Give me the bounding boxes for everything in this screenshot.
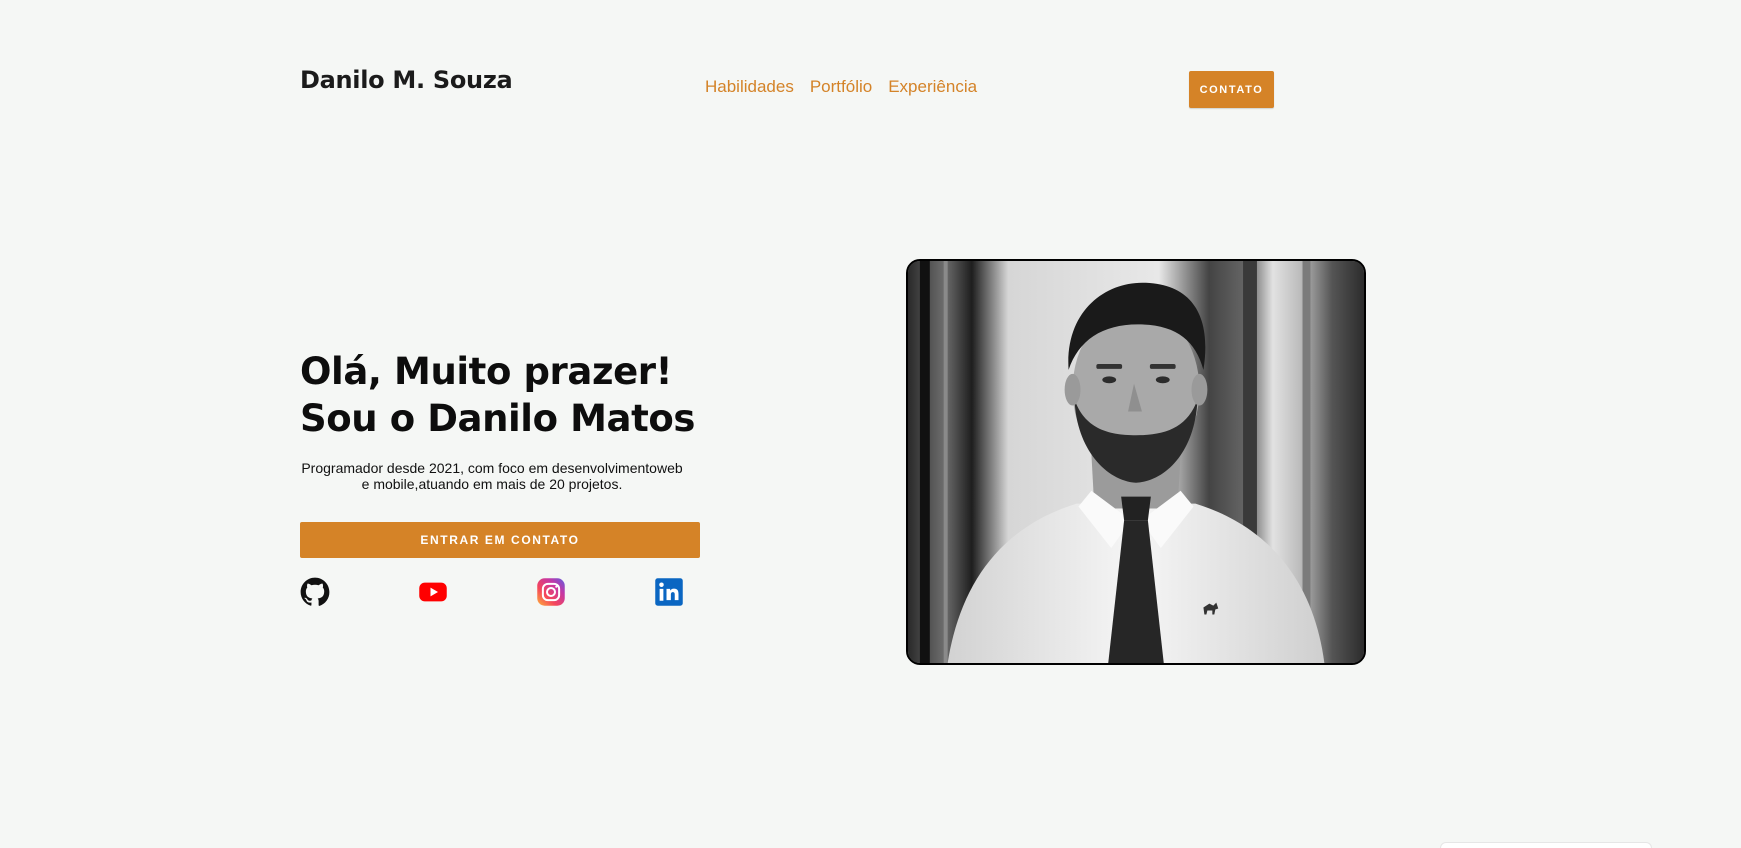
main-nav: Habilidades Portfólio Experiência bbox=[705, 77, 977, 97]
github-icon bbox=[300, 577, 330, 607]
hero-title: Olá, Muito prazer! Sou o Danilo Matos bbox=[300, 348, 695, 442]
instagram-icon bbox=[536, 577, 566, 607]
instagram-link[interactable] bbox=[536, 577, 566, 607]
nav-link-portfolio[interactable]: Portfólio bbox=[810, 77, 872, 97]
hero-title-line1: Olá, Muito prazer! bbox=[300, 350, 673, 393]
get-in-touch-button[interactable]: ENTRAR EM CONTATO bbox=[300, 522, 700, 558]
profile-photo bbox=[906, 259, 1366, 665]
nav-link-experiencia[interactable]: Experiência bbox=[888, 77, 977, 97]
hero-title-line2: Sou o Danilo Matos bbox=[300, 397, 695, 440]
brand-logo[interactable]: Danilo M. Souza bbox=[300, 66, 513, 94]
youtube-icon bbox=[418, 577, 448, 607]
linkedin-icon bbox=[654, 577, 684, 607]
contact-button[interactable]: CONTATO bbox=[1189, 71, 1274, 108]
floating-widget bbox=[1440, 842, 1652, 848]
youtube-link[interactable] bbox=[418, 577, 448, 607]
hero-description: Programador desde 2021, com foco em dese… bbox=[301, 460, 683, 492]
github-link[interactable] bbox=[300, 577, 330, 607]
nav-link-habilidades[interactable]: Habilidades bbox=[705, 77, 794, 97]
linkedin-link[interactable] bbox=[654, 577, 684, 607]
page: Danilo M. Souza Habilidades Portfólio Ex… bbox=[0, 0, 1741, 848]
